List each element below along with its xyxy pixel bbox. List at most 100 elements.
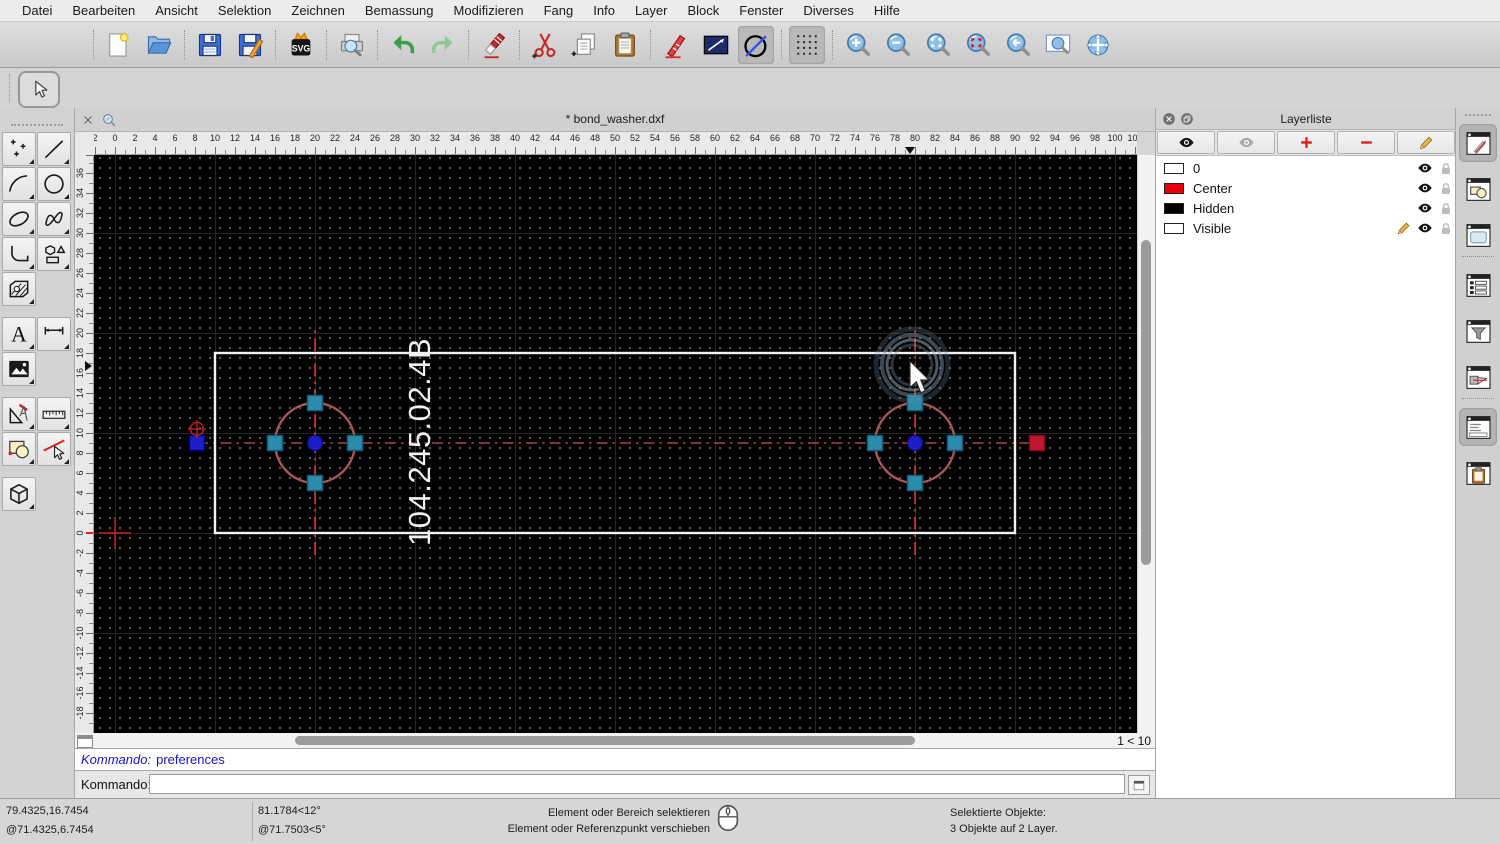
command-window-button[interactable] [1128,775,1150,795]
zoom-in-button[interactable] [840,26,876,64]
horizontal-scrollbar-thumb[interactable] [295,736,915,745]
menu-hilfe[interactable]: Hilfe [864,0,910,22]
edit-layer-button[interactable] [1397,131,1455,154]
menu-fenster[interactable]: Fenster [729,0,793,22]
snap-grid-button[interactable] [789,25,825,64]
tool-text-button[interactable]: A [2,317,36,351]
grip-center[interactable] [907,435,923,451]
zoom-out-button[interactable] [880,26,916,64]
tool-ellipse-button[interactable] [2,202,36,236]
tool-points-button[interactable] [2,132,36,166]
layer-row-center[interactable]: Center [1156,178,1456,198]
grip-endpoint-end[interactable] [1028,434,1046,452]
paste-button[interactable] [607,26,643,64]
undo-button[interactable] [385,26,421,64]
part-label-text[interactable]: 104.245.02.4B [402,338,437,546]
menu-bearbeiten[interactable]: Bearbeiten [62,0,145,22]
show-all-layers-button[interactable] [1157,131,1215,154]
menu-diverses[interactable]: Diverses [793,0,864,22]
delete-button[interactable] [476,26,512,64]
tool-image-button[interactable] [2,352,36,386]
print-preview-button[interactable] [334,26,370,64]
grip-quadrant[interactable] [306,394,324,412]
export-svg-button[interactable]: SVG [283,26,319,64]
dock-handle[interactable] [1465,114,1491,116]
grip-quadrant[interactable] [346,434,364,452]
menu-info[interactable]: Info [583,0,625,22]
layer-visibility-toggle[interactable] [1412,180,1432,196]
dock-block-list-button[interactable] [1459,170,1497,208]
zoom-selection-button[interactable] [960,26,996,64]
layer-lock-toggle[interactable] [1433,221,1450,236]
zoom-pan-button[interactable] [1080,26,1116,64]
vertical-scrollbar-thumb[interactable] [1141,240,1151,565]
layer-lock-toggle[interactable] [1433,161,1450,176]
tool-solid-button[interactable] [2,477,36,511]
menu-block[interactable]: Block [677,0,729,22]
save-as-button[interactable] [232,26,268,64]
tool-hatch-button[interactable] [2,272,36,306]
line-attributes-button[interactable] [698,26,734,64]
zoom-window-button[interactable] [1040,26,1076,64]
toolbar-handle[interactable] [93,29,94,60]
hide-all-layers-button[interactable] [1217,131,1275,154]
dock-named-views-button[interactable] [1459,358,1497,396]
menu-modifizieren[interactable]: Modifizieren [444,0,534,22]
layer-lock-toggle[interactable] [1433,181,1450,196]
zoom-auto-button[interactable] [920,26,956,64]
menu-layer[interactable]: Layer [625,0,678,22]
open-file-button[interactable] [141,26,177,64]
zoom-previous-button[interactable] [1000,26,1036,64]
dock-entity-list-button[interactable] [1459,266,1497,304]
add-layer-button[interactable] [1277,131,1335,154]
layer-row-hidden[interactable]: Hidden [1156,198,1456,218]
tool-modify-button[interactable] [2,397,36,431]
circle-attributes-button[interactable] [738,25,774,64]
layer-visibility-toggle[interactable] [1412,200,1432,216]
redo-button[interactable] [425,26,461,64]
selection-pointer-button[interactable] [18,71,60,108]
horizontal-scrollbar[interactable]: 1 < 10 [75,733,1155,748]
layer-row-visible[interactable]: Visible [1156,218,1456,238]
dock-command-widget-button[interactable] [1459,408,1497,446]
grip-quadrant[interactable] [946,434,964,452]
layer-lock-toggle[interactable] [1433,201,1450,216]
tool-circle-button[interactable] [37,167,71,201]
command-input[interactable] [149,774,1125,794]
vertical-scrollbar[interactable] [1137,155,1155,733]
cut-button[interactable] [527,26,563,64]
tool-shapes-button[interactable] [37,237,71,271]
dock-layer-filter-button[interactable] [1459,312,1497,350]
remove-layer-button[interactable] [1337,131,1395,154]
menu-datei[interactable]: Datei [12,0,62,22]
toolbar-handle[interactable] [11,124,63,126]
grip-center[interactable] [307,435,323,451]
layer-row-0[interactable]: 0 [1156,158,1456,178]
pen-attributes-button[interactable] [658,26,694,64]
grip-quadrant[interactable] [906,474,924,492]
tool-measure-button[interactable] [37,397,71,431]
tool-dimension-button[interactable] [37,317,71,351]
grip-quadrant[interactable] [866,434,884,452]
dock-pen-palette-button[interactable] [1459,124,1497,162]
dock-clipboard-button[interactable] [1459,454,1497,492]
tool-polyline-button[interactable] [2,237,36,271]
tool-arc-button[interactable] [2,167,36,201]
dock-library-browser-button[interactable] [1459,216,1497,254]
menu-zeichnen[interactable]: Zeichnen [281,0,354,22]
tool-block-button[interactable] [2,432,36,466]
menu-fang[interactable]: Fang [534,0,584,22]
copy-button[interactable] [567,26,603,64]
grip-quadrant[interactable] [266,434,284,452]
new-document-button[interactable] [101,26,137,64]
tool-line-button[interactable] [37,132,71,166]
layer-visibility-toggle[interactable] [1412,220,1432,236]
menu-bemassung[interactable]: Bemassung [355,0,444,22]
grip-quadrant[interactable] [306,474,324,492]
save-button[interactable] [192,26,228,64]
toolbar-handle[interactable] [9,74,10,102]
tool-select-entity-button[interactable] [37,432,71,466]
menu-ansicht[interactable]: Ansicht [145,0,208,22]
layer-visibility-toggle[interactable] [1412,160,1432,176]
cad-canvas[interactable]: 104.245.02.4B [94,155,1137,733]
